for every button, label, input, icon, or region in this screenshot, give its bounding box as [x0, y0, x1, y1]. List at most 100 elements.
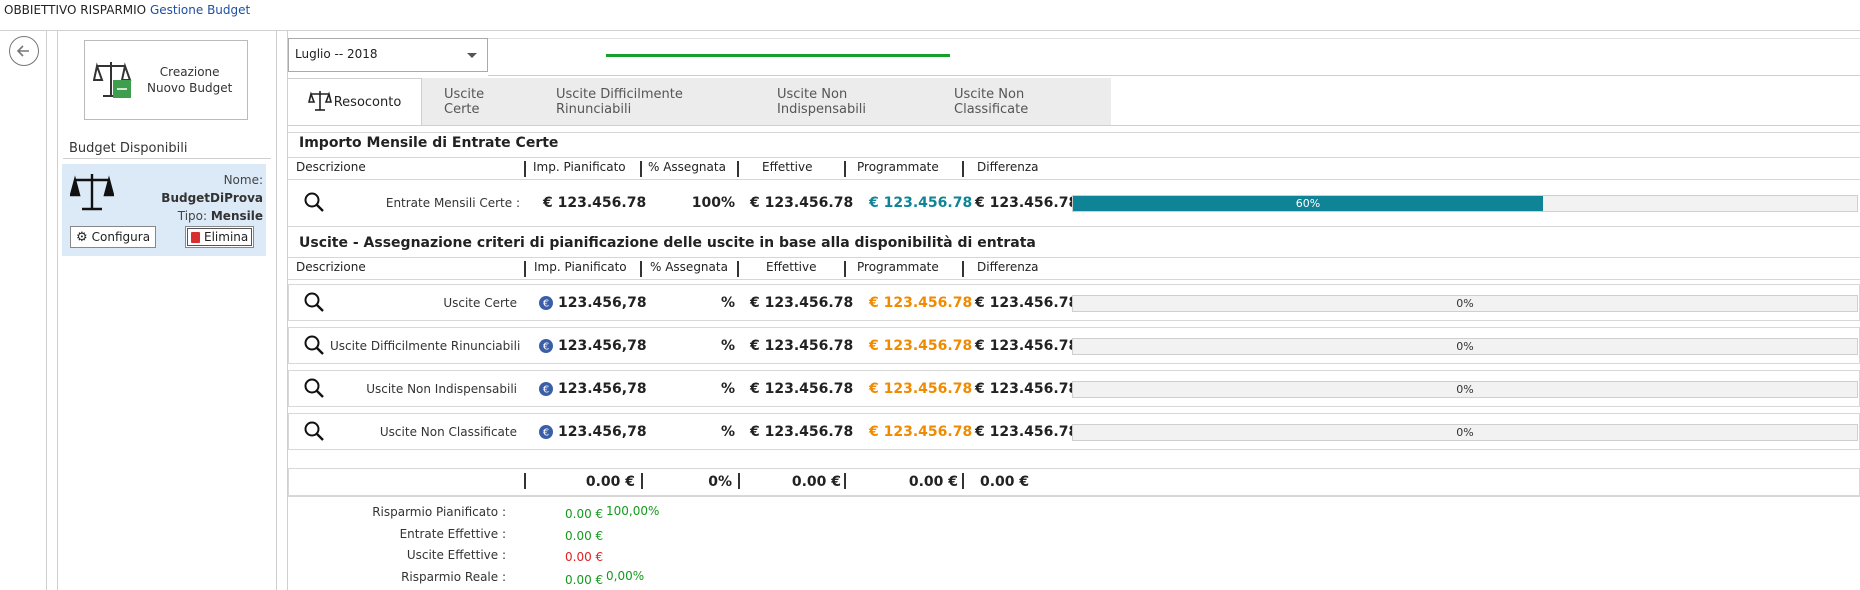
divider — [287, 125, 1860, 126]
tab-bar: Resoconto Uscite Certe Uscite Difficilme… — [287, 78, 1111, 126]
total-difference: 0.00 € — [980, 474, 1030, 490]
col-descrizione: Descrizione — [296, 260, 366, 274]
currency-icon: € — [538, 424, 554, 443]
expense-progress-bar: 0% — [1072, 424, 1858, 441]
column-separator — [962, 261, 964, 277]
col-effettive: Effettive — [766, 260, 817, 274]
back-icon[interactable] — [9, 36, 39, 66]
real-saving-pct: 0,00% — [606, 569, 645, 583]
configure-button[interactable]: ⚙ Configura — [70, 226, 157, 248]
column-separator — [844, 261, 846, 277]
budget-type-label: Tipo: — [177, 209, 208, 223]
column-separator — [524, 261, 526, 277]
expense-progress-bar: 0% — [1072, 381, 1858, 398]
period-toolbar — [488, 38, 1860, 76]
expense-row-label: Uscite Non Classificate — [379, 425, 517, 439]
expense-progress-bar: 0% — [1072, 338, 1858, 355]
planned-saving-label: Risparmio Pianificato : — [372, 505, 506, 519]
currency-icon: € — [538, 338, 554, 357]
expense-difference: € 123.456.78 — [975, 424, 1079, 440]
period-select[interactable]: Luglio -- 2018 — [288, 38, 488, 72]
real-saving-value: 0.00 € — [565, 573, 604, 587]
income-progress-bar: 60% — [1072, 195, 1858, 212]
divider — [288, 496, 1860, 497]
expense-programmed: € 123.456.78 — [869, 338, 973, 354]
tab-uscite-non-classificate[interactable]: Uscite Non Classificate — [932, 78, 1111, 126]
expense-programmed: € 123.456.78 — [869, 381, 973, 397]
col-imp-pianificato: Imp. Pianificato — [533, 160, 626, 174]
tab-uscite-certe[interactable]: Uscite Certe — [422, 78, 534, 126]
search-icon[interactable] — [303, 377, 325, 402]
expense-difference: € 123.456.78 — [975, 381, 1079, 397]
total-planned: 0.00 € — [585, 474, 635, 490]
expense-progress-text: 0% — [1456, 340, 1474, 353]
configure-label: Configura — [91, 230, 151, 244]
delete-label: Elimina — [204, 230, 249, 244]
window-title: OBBIETTIVO RISPARMIO Gestione Budget — [4, 3, 250, 17]
expense-actual: € 123.456.78 — [750, 381, 854, 397]
available-budgets-label: Budget Disponibili — [69, 141, 188, 156]
expense-progress-bar: 0% — [1072, 295, 1858, 312]
actual-income-label: Entrate Effettive : — [399, 527, 506, 541]
col-programmate: Programmate — [857, 160, 939, 174]
budget-name-label: Nome: — [223, 173, 263, 187]
column-separator — [524, 473, 526, 489]
col-differenza: Differenza — [977, 260, 1039, 274]
actual-income-value: 0.00 € — [565, 529, 604, 543]
col-differenza: Differenza — [977, 160, 1039, 174]
tab-label: Resoconto — [333, 95, 402, 110]
tab-resoconto[interactable]: Resoconto — [287, 78, 422, 126]
column-separator — [962, 473, 964, 489]
svg-text:€: € — [543, 342, 549, 353]
tab-label: Uscite Non Indispensabili — [777, 87, 867, 117]
new-budget-button[interactable]: Creazione Nuovo Budget — [84, 40, 248, 120]
svg-text:€: € — [543, 299, 549, 310]
col-programmate: Programmate — [857, 260, 939, 274]
col-perc-assegnata: % Assegnata — [648, 160, 726, 174]
scales-icon — [92, 58, 133, 103]
income-actual: € 123.456.78 — [750, 195, 854, 211]
expense-progress-text: 0% — [1456, 297, 1474, 310]
tab-uscite-non-indispensabili[interactable]: Uscite Non Indispensabili — [755, 78, 932, 126]
tab-label: Uscite Certe — [444, 87, 485, 117]
search-icon[interactable] — [303, 291, 325, 316]
expense-percent: % — [720, 295, 735, 311]
expense-percent: % — [720, 424, 735, 440]
expense-progress-text: 0% — [1456, 383, 1474, 396]
column-separator — [844, 161, 846, 177]
tab-label: Uscite Difficilmente Rinunciabili — [556, 87, 683, 117]
actual-expense-label: Uscite Effettive : — [406, 548, 506, 562]
tab-uscite-difficilmente-rinunciabili[interactable]: Uscite Difficilmente Rinunciabili — [534, 78, 755, 126]
total-programmed: 0.00 € — [908, 474, 958, 490]
search-icon[interactable] — [303, 334, 325, 359]
total-actual: 0.00 € — [791, 474, 841, 490]
income-row-label: Entrate Mensili Certe : — [385, 196, 520, 210]
real-saving-label: Risparmio Reale : — [401, 570, 506, 584]
col-perc-assegnata: % Assegnata — [650, 260, 728, 274]
nav-column — [0, 31, 47, 590]
expense-difference: € 123.456.78 — [975, 295, 1079, 311]
period-progress-bar — [606, 54, 950, 57]
currency-icon: € — [538, 295, 554, 314]
divider — [288, 179, 1860, 180]
divider — [288, 257, 1860, 258]
budget-type: Mensile — [210, 209, 263, 223]
column-separator — [737, 261, 739, 277]
expense-planned: 123.456,78 — [558, 424, 647, 440]
column-separator — [962, 161, 964, 177]
expense-percent: % — [720, 381, 735, 397]
new-budget-label-line2: Nuovo Budget — [147, 81, 233, 95]
income-difference: € 123.456.78 — [975, 195, 1079, 211]
search-icon[interactable] — [303, 191, 325, 216]
app-title: OBBIETTIVO RISPARMIO — [4, 3, 147, 17]
search-icon[interactable] — [303, 420, 325, 445]
delete-button[interactable]: Elimina — [185, 226, 255, 248]
scales-icon — [307, 89, 332, 117]
divider — [288, 157, 1860, 158]
gear-icon: ⚙ — [76, 229, 88, 245]
app-subtitle: Gestione Budget — [149, 3, 251, 17]
column-separator — [641, 473, 643, 489]
col-imp-pianificato: Imp. Pianificato — [534, 260, 627, 274]
total-percent: 0% — [708, 474, 732, 490]
divider — [288, 226, 1860, 227]
